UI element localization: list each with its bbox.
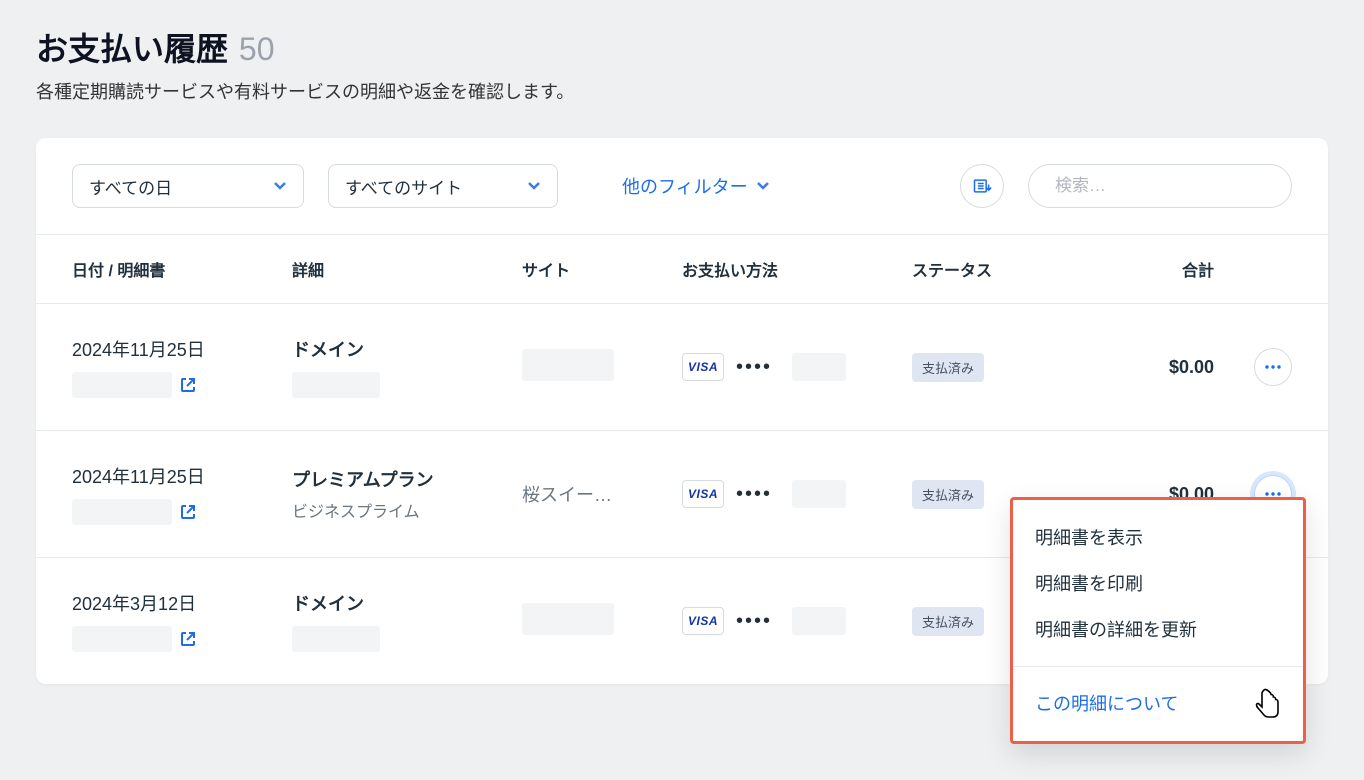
- search-input-wrap[interactable]: [1028, 164, 1292, 208]
- row-more-button[interactable]: [1254, 348, 1292, 386]
- chevron-down-icon: [527, 179, 541, 193]
- menu-about-label: この明細について: [1035, 690, 1178, 716]
- site-filter-dropdown[interactable]: すべてのサイト: [328, 164, 558, 208]
- row-detail-placeholder: [292, 372, 380, 398]
- row-detail-placeholder: [292, 626, 380, 652]
- card-digits-placeholder: [792, 607, 846, 635]
- row-date: 2024年11月25日: [72, 336, 292, 362]
- th-date: 日付 / 明細書: [72, 257, 292, 281]
- chevron-down-icon: [273, 179, 287, 193]
- payments-card: すべての日 すべてのサイト 他のフィルター: [36, 138, 1328, 684]
- menu-print-invoice[interactable]: 明細書を印刷: [1013, 560, 1303, 606]
- invoice-id-placeholder: [72, 372, 172, 398]
- status-badge: 支払済み: [912, 607, 984, 636]
- table-header: 日付 / 明細書 詳細 サイト お支払い方法 ステータス 合計: [36, 234, 1328, 304]
- th-total: 合計: [1092, 257, 1222, 281]
- row-site-placeholder: [522, 349, 614, 381]
- row-date: 2024年3月12日: [72, 590, 292, 616]
- row-detail-main: ドメイン: [292, 336, 522, 362]
- page-subtitle: 各種定期購読サービスや有料サービスの明細や返金を確認します。: [36, 78, 1328, 104]
- row-detail-main: ドメイン: [292, 590, 522, 616]
- row-detail-main: プレミアムプラン: [292, 466, 522, 492]
- row-detail-sub: ビジネスプライム: [292, 498, 522, 522]
- external-link-icon[interactable]: [180, 377, 196, 393]
- table-row: 2024年11月25日 プレミアムプラン ビジネスプライム 桜スイー… VISA…: [36, 431, 1328, 558]
- page-title: お支払い履歴 50: [36, 24, 275, 70]
- external-link-icon[interactable]: [180, 631, 196, 647]
- columns-icon: [972, 176, 992, 196]
- site-filter-label: すべてのサイト: [345, 174, 462, 199]
- status-badge: 支払済み: [912, 353, 984, 382]
- card-mask: ••••: [736, 610, 772, 633]
- row-date: 2024年11月25日: [72, 463, 292, 489]
- menu-view-invoice[interactable]: 明細書を表示: [1013, 514, 1303, 560]
- row-context-menu: 明細書を表示 明細書を印刷 明細書の詳細を更新 この明細について: [1010, 497, 1306, 744]
- chevron-down-icon: [756, 179, 770, 193]
- columns-settings-button[interactable]: [960, 164, 1004, 208]
- other-filters-label: 他のフィルター: [622, 173, 748, 199]
- page-title-count: 50: [239, 31, 275, 67]
- visa-badge: VISA: [682, 480, 724, 508]
- row-site-placeholder: [522, 603, 614, 635]
- visa-badge: VISA: [682, 353, 724, 381]
- status-badge: 支払済み: [912, 480, 984, 509]
- date-filter-label: すべての日: [89, 174, 172, 199]
- th-site: サイト: [522, 257, 682, 281]
- visa-badge: VISA: [682, 607, 724, 635]
- pointer-cursor-icon: [1253, 687, 1281, 719]
- menu-about-invoice[interactable]: この明細について: [1013, 666, 1303, 741]
- card-digits-placeholder: [792, 353, 846, 381]
- row-site: 桜スイー…: [522, 481, 682, 507]
- other-filters-link[interactable]: 他のフィルター: [622, 173, 770, 199]
- th-detail: 詳細: [292, 257, 522, 281]
- invoice-id-placeholder: [72, 499, 172, 525]
- card-digits-placeholder: [792, 480, 846, 508]
- table-row: 2024年11月25日 ドメイン VISA ••••: [36, 304, 1328, 431]
- card-mask: ••••: [736, 356, 772, 379]
- search-input[interactable]: [1055, 176, 1276, 196]
- external-link-icon[interactable]: [180, 504, 196, 520]
- th-status: ステータス: [912, 257, 1092, 281]
- date-filter-dropdown[interactable]: すべての日: [72, 164, 304, 208]
- filters-row: すべての日 すべてのサイト 他のフィルター: [36, 138, 1328, 234]
- card-mask: ••••: [736, 483, 772, 506]
- th-payment: お支払い方法: [682, 257, 912, 281]
- invoice-id-placeholder: [72, 626, 172, 652]
- menu-update-invoice[interactable]: 明細書の詳細を更新: [1013, 606, 1303, 652]
- more-horizontal-icon: [1264, 358, 1282, 376]
- row-total: $0.00: [1092, 357, 1222, 378]
